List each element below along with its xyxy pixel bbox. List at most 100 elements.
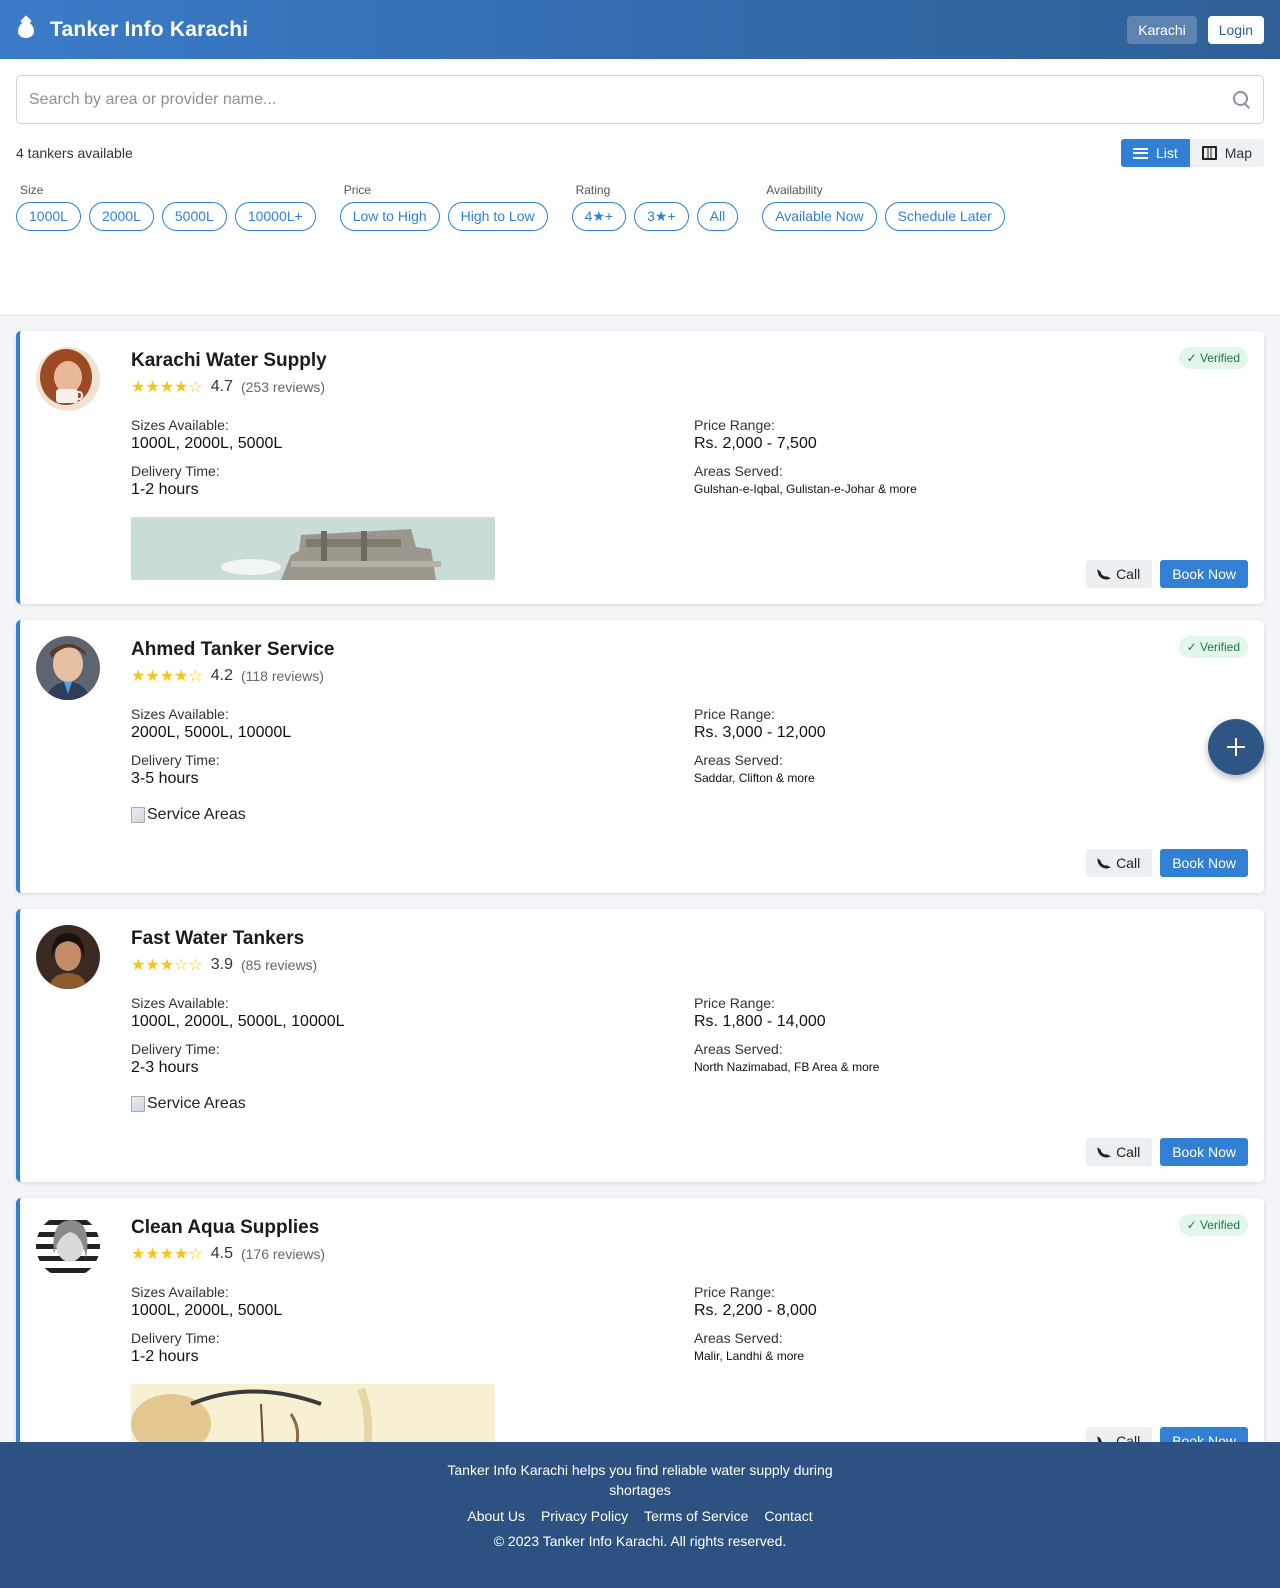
filter-chip-2000l[interactable]: 2000L: [88, 202, 154, 231]
avatar: [36, 636, 100, 700]
list-view-button[interactable]: List: [1120, 139, 1190, 167]
rating-value: 4.7: [210, 378, 233, 395]
call-label: Call: [1116, 855, 1141, 871]
header-actions: Karachi Login: [1127, 15, 1264, 44]
price-value: Rs. 1,800 - 14,000: [694, 1013, 826, 1030]
rating-row: ★★★★☆ 4.5 (176 reviews): [131, 1244, 1248, 1264]
filter-group-price: Price Low to High High to Low: [339, 183, 548, 231]
call-button[interactable]: Call: [1086, 560, 1153, 588]
filter-group-rating: Rating 4★+ 3★+ All: [571, 183, 739, 231]
view-toggle: List Map: [1120, 139, 1264, 167]
call-button[interactable]: Call: [1086, 1138, 1153, 1166]
verified-badge: ✓ Verified: [1178, 1214, 1248, 1236]
filter-chip-10000l[interactable]: 10000L+: [234, 202, 316, 231]
sizes-label: Sizes Available:: [131, 706, 229, 722]
plus-icon: [1227, 738, 1245, 756]
app-header: Tanker Info Karachi Karachi Login: [0, 0, 1280, 59]
filter-label: Rating: [575, 183, 611, 197]
provider-card[interactable]: Ahmed Tanker Service ★★★★☆ 4.2 (118 revi…: [16, 620, 1264, 893]
rating-row: ★★★★☆ 4.2 (118 reviews): [131, 666, 1248, 686]
search-icon[interactable]: [1233, 90, 1251, 109]
footer-link-terms[interactable]: Terms of Service: [644, 1508, 748, 1524]
price-label: Price Range:: [694, 995, 775, 1011]
footer-link-contact[interactable]: Contact: [764, 1508, 812, 1524]
areas-value: Saddar, Clifton & more: [694, 771, 815, 785]
filter-label: Price: [343, 183, 372, 197]
filter-chip-3-star[interactable]: 3★+: [634, 202, 689, 231]
delivery-label: Delivery Time:: [131, 1041, 220, 1057]
card-actions: Call Book Now: [1086, 560, 1248, 588]
provider-card[interactable]: Fast Water Tankers ★★★☆☆ 3.9 (85 reviews…: [16, 909, 1264, 1182]
provider-name[interactable]: Ahmed Tanker Service: [131, 639, 1248, 661]
filter-chip-4-star[interactable]: 4★+: [571, 202, 627, 231]
price-label: Price Range:: [694, 706, 775, 722]
water-drop-icon: [18, 21, 34, 38]
filter-chip-1000l[interactable]: 1000L: [16, 202, 81, 231]
star-rating-icon: ★★★☆☆: [131, 957, 203, 974]
filter-group-availability: Availability Available Now Schedule Late…: [762, 183, 1005, 231]
footer-link-about[interactable]: About Us: [467, 1508, 525, 1524]
star-rating-icon: ★★★★☆: [131, 1246, 203, 1263]
star-rating-icon: ★★★★☆: [131, 379, 203, 396]
login-button[interactable]: Login: [1207, 15, 1264, 44]
brand[interactable]: Tanker Info Karachi: [18, 18, 248, 42]
provider-name[interactable]: Fast Water Tankers: [131, 928, 1248, 950]
book-now-button[interactable]: Book Now: [1160, 849, 1248, 877]
service-area-alt: Service Areas: [147, 806, 246, 823]
rating-row: ★★★☆☆ 3.9 (85 reviews): [131, 955, 1248, 975]
provider-list: Karachi Water Supply ★★★★☆ 4.7 (253 revi…: [0, 316, 1280, 1503]
app-title: Tanker Info Karachi: [50, 17, 249, 41]
search-bar: [16, 75, 1264, 124]
city-selector-button[interactable]: Karachi: [1127, 15, 1197, 44]
areas-label: Areas Served:: [694, 463, 783, 479]
provider-name[interactable]: Karachi Water Supply: [131, 350, 1248, 372]
footer-tagline: Tanker Info Karachi helps you find relia…: [447, 1462, 833, 1498]
service-area-image-broken: Service Areas: [131, 806, 1248, 824]
search-filter-panel: 4 tankers available List Map Size 1000L …: [0, 59, 1280, 316]
provider-details: Sizes Available: 1000L, 2000L, 5000L, 10…: [131, 995, 1248, 1077]
phone-icon: [1097, 856, 1112, 870]
delivery-label: Delivery Time:: [131, 752, 220, 768]
areas-label: Areas Served:: [694, 1330, 783, 1346]
map-view-label: Map: [1224, 145, 1252, 161]
service-area-image: [131, 517, 495, 580]
provider-card[interactable]: Karachi Water Supply ★★★★☆ 4.7 (253 revi…: [16, 331, 1264, 604]
card-actions: Call Book Now: [1086, 1138, 1248, 1166]
star-rating-icon: ★★★★☆: [131, 668, 203, 685]
areas-label: Areas Served:: [694, 752, 783, 768]
add-provider-fab[interactable]: [1208, 719, 1264, 775]
sizes-value: 1000L, 2000L, 5000L: [131, 435, 283, 452]
provider-name[interactable]: Clean Aqua Supplies: [131, 1217, 1248, 1239]
sizes-value: 2000L, 5000L, 10000L: [131, 724, 292, 741]
areas-value: North Nazimabad, FB Area & more: [694, 1060, 880, 1074]
card-actions: Call Book Now: [1086, 849, 1248, 877]
rating-row: ★★★★☆ 4.7 (253 reviews): [131, 377, 1248, 397]
book-now-button[interactable]: Book Now: [1160, 560, 1248, 588]
footer-link-privacy[interactable]: Privacy Policy: [541, 1508, 628, 1524]
map-view-button[interactable]: Map: [1189, 139, 1264, 167]
review-count[interactable]: (253 reviews): [241, 379, 325, 395]
sizes-value: 1000L, 2000L, 5000L, 10000L: [131, 1013, 345, 1030]
rating-value: 3.9: [210, 956, 233, 973]
filter-chip-schedule-later[interactable]: Schedule Later: [884, 202, 1005, 231]
review-count[interactable]: (85 reviews): [241, 957, 317, 973]
review-count[interactable]: (118 reviews): [241, 668, 324, 684]
book-now-button[interactable]: Book Now: [1160, 1138, 1248, 1166]
sizes-value: 1000L, 2000L, 5000L: [131, 1302, 283, 1319]
filter-chip-5000l[interactable]: 5000L: [161, 202, 227, 231]
review-count[interactable]: (176 reviews): [241, 1246, 325, 1262]
filter-chip-available-now[interactable]: Available Now: [762, 202, 877, 231]
results-bar: 4 tankers available List Map: [16, 139, 1264, 167]
rating-value: 4.5: [210, 1245, 233, 1262]
search-input[interactable]: [29, 90, 1129, 109]
filter-chip-low-to-high[interactable]: Low to High: [339, 202, 440, 231]
verified-badge: ✓ Verified: [1178, 347, 1248, 369]
filter-chip-all[interactable]: All: [696, 202, 739, 231]
filter-chip-high-to-low[interactable]: High to Low: [447, 202, 548, 231]
call-button[interactable]: Call: [1086, 849, 1153, 877]
copyright: © 2023 Tanker Info Karachi. All rights r…: [493, 1533, 787, 1549]
broken-image-icon: [131, 1096, 145, 1112]
provider-card[interactable]: Clean Aqua Supplies ★★★★☆ 4.5 (176 revie…: [16, 1198, 1264, 1471]
service-area-image-broken: Service Areas: [131, 1095, 1248, 1113]
avatar: [36, 925, 100, 989]
